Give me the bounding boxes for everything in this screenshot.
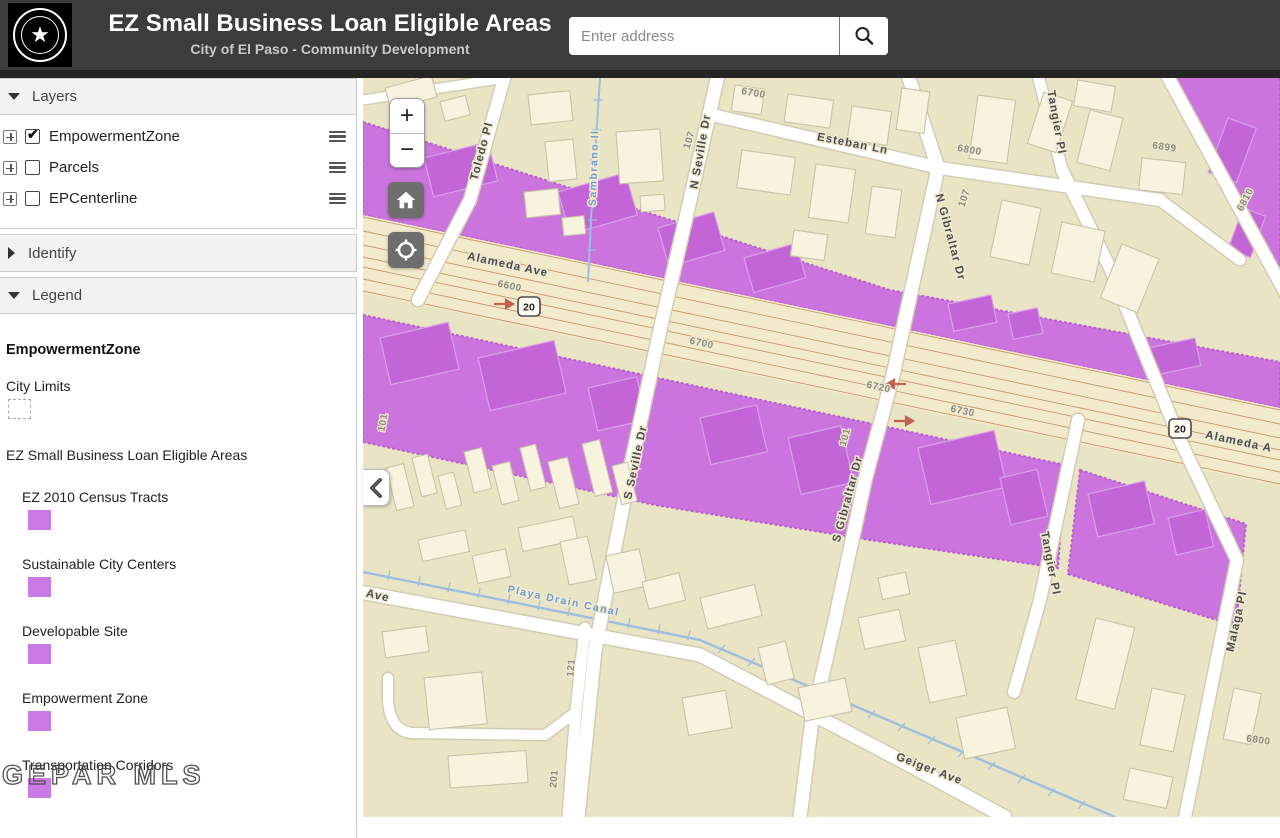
legend-group-title: EZ Small Business Loan Eligible Areas [6,447,348,463]
legend-panel-title: Legend [32,287,82,304]
chevron-down-icon [8,93,20,100]
chevron-right-icon [8,247,15,259]
legend-item: Sustainable City Centers [20,556,348,597]
legend-item-label: Developable Site [22,623,348,639]
legend-city-limits-label: City Limits [6,378,348,394]
watermark-text: GEPAR MLS [2,760,206,791]
sidebar-collapse-button[interactable] [363,469,390,506]
legend-item: EZ 2010 Census Tracts [20,489,348,530]
legend-item-swatch [28,510,51,530]
el-paso-city-seal-logo: ★ [8,3,72,67]
legend-city-limits-swatch [8,399,31,419]
address-search [569,17,888,55]
route-shield: 20 [518,297,540,316]
layer-checkbox[interactable] [25,129,40,144]
zoom-out-button[interactable]: − [390,134,424,168]
expand-icon[interactable] [3,130,17,144]
sidebar: Layers EmpowermentZone Parcels EPCenterl… [0,78,363,817]
legend-item-label: Empowerment Zone [22,690,348,706]
svg-text:20: 20 [1174,424,1186,436]
layers-panel: Layers EmpowermentZone Parcels EPCenterl… [0,78,357,229]
home-icon [395,189,417,211]
legend-panel-header[interactable]: Legend [0,278,356,314]
map-label-address: 201 [548,769,561,788]
zoom-control: + − [389,98,425,168]
page-subtitle: City of El Paso - Community Development [100,41,560,57]
identify-panel-header[interactable]: Identify [0,235,356,271]
app-header: ★ EZ Small Business Loan Eligible Areas … [0,0,1280,78]
chevron-left-icon [368,477,384,499]
identify-panel-title: Identify [28,245,76,262]
layer-row-parcels: Parcels [0,152,356,183]
layer-checkbox[interactable] [25,191,40,206]
legend-item-swatch [28,644,51,664]
layer-label: EPCenterline [49,190,329,207]
layer-row-empowermentzone: EmpowermentZone [0,121,356,152]
locate-icon [394,238,418,262]
legend-item-swatch [28,711,51,731]
legend-heading: EmpowermentZone [6,342,348,358]
expand-icon[interactable] [3,161,17,175]
search-input[interactable] [569,17,839,55]
svg-text:20: 20 [523,302,535,314]
layers-panel-header[interactable]: Layers [0,79,356,115]
legend-item-label: Sustainable City Centers [22,556,348,572]
layer-menu-icon[interactable] [329,131,346,143]
route-shield: 20 [1169,419,1191,438]
chevron-down-icon [8,292,20,299]
layer-label: Parcels [49,159,329,176]
identify-panel: Identify [0,234,357,272]
legend-item-swatch [28,577,51,597]
zoom-in-button[interactable]: + [390,99,424,134]
search-button[interactable] [839,17,888,55]
legend-panel: Legend EmpowermentZone City Limits EZ Sm… [0,277,357,838]
layer-row-epcenterline: EPCenterline [0,183,356,214]
home-button[interactable] [388,182,424,218]
layer-label: EmpowermentZone [49,128,329,145]
layers-panel-title: Layers [32,88,77,105]
map-canvas[interactable]: 2020 Toledo PlSambrano IlN Seville DrS S… [363,78,1280,817]
basemap: 2020 Toledo PlSambrano IlN Seville DrS S… [363,78,1280,817]
search-icon [853,25,875,47]
map-label-address: 121 [565,658,578,677]
layer-menu-icon[interactable] [329,193,346,205]
page-title: EZ Small Business Loan Eligible Areas [100,10,560,38]
star-icon: ★ [21,16,59,54]
expand-icon[interactable] [3,192,17,206]
locate-button[interactable] [388,232,424,268]
layer-checkbox[interactable] [25,160,40,175]
legend-item: Developable Site [20,623,348,664]
legend-item: Empowerment Zone [20,690,348,731]
layer-menu-icon[interactable] [329,162,346,174]
legend-item-label: EZ 2010 Census Tracts [22,489,348,505]
